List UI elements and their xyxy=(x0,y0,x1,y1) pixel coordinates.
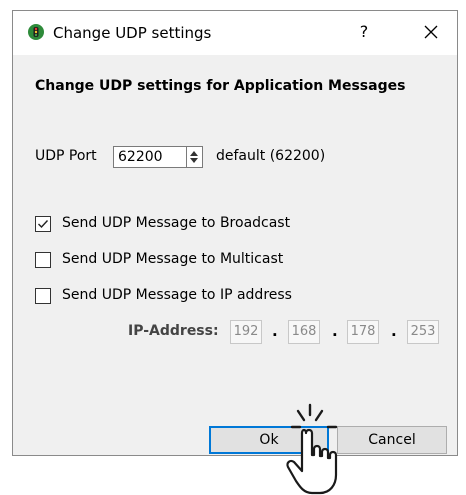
help-button[interactable]: ? xyxy=(351,20,377,44)
close-icon[interactable] xyxy=(417,19,445,45)
broadcast-checkbox[interactable] xyxy=(35,216,51,232)
ip-octet-4[interactable]: 253 xyxy=(407,320,439,344)
ip-octet-2[interactable]: 168 xyxy=(288,320,320,344)
ip-address-label: IP-Address: xyxy=(128,323,219,339)
traffic-light-icon xyxy=(28,24,44,40)
dialog-heading: Change UDP settings for Application Mess… xyxy=(35,78,406,94)
broadcast-label: Send UDP Message to Broadcast xyxy=(62,215,291,231)
ip-address-checkbox[interactable] xyxy=(35,288,51,304)
ip-octet-3[interactable]: 178 xyxy=(347,320,379,344)
ip-octet-1[interactable]: 192 xyxy=(230,320,262,344)
udp-port-input[interactable]: 62200 xyxy=(113,146,187,168)
title-bar: Change UDP settings ? xyxy=(13,11,457,55)
ip-separator: . xyxy=(272,322,278,340)
ip-address-option-label: Send UDP Message to IP address xyxy=(62,287,292,303)
dialog-window: Change UDP settings ? Change UDP setting… xyxy=(12,10,458,456)
default-port-text: default (62200) xyxy=(216,148,326,164)
multicast-label: Send UDP Message to Multicast xyxy=(62,251,284,267)
multicast-checkbox[interactable] xyxy=(35,252,51,268)
cancel-button[interactable]: Cancel xyxy=(337,426,447,454)
udp-port-label: UDP Port xyxy=(35,148,97,164)
window-title: Change UDP settings xyxy=(53,24,212,42)
ip-separator: . xyxy=(391,322,397,340)
ip-separator: . xyxy=(332,322,338,340)
hand-pointer-click-icon xyxy=(286,403,338,495)
spinbox-arrows-icon[interactable] xyxy=(187,146,203,168)
